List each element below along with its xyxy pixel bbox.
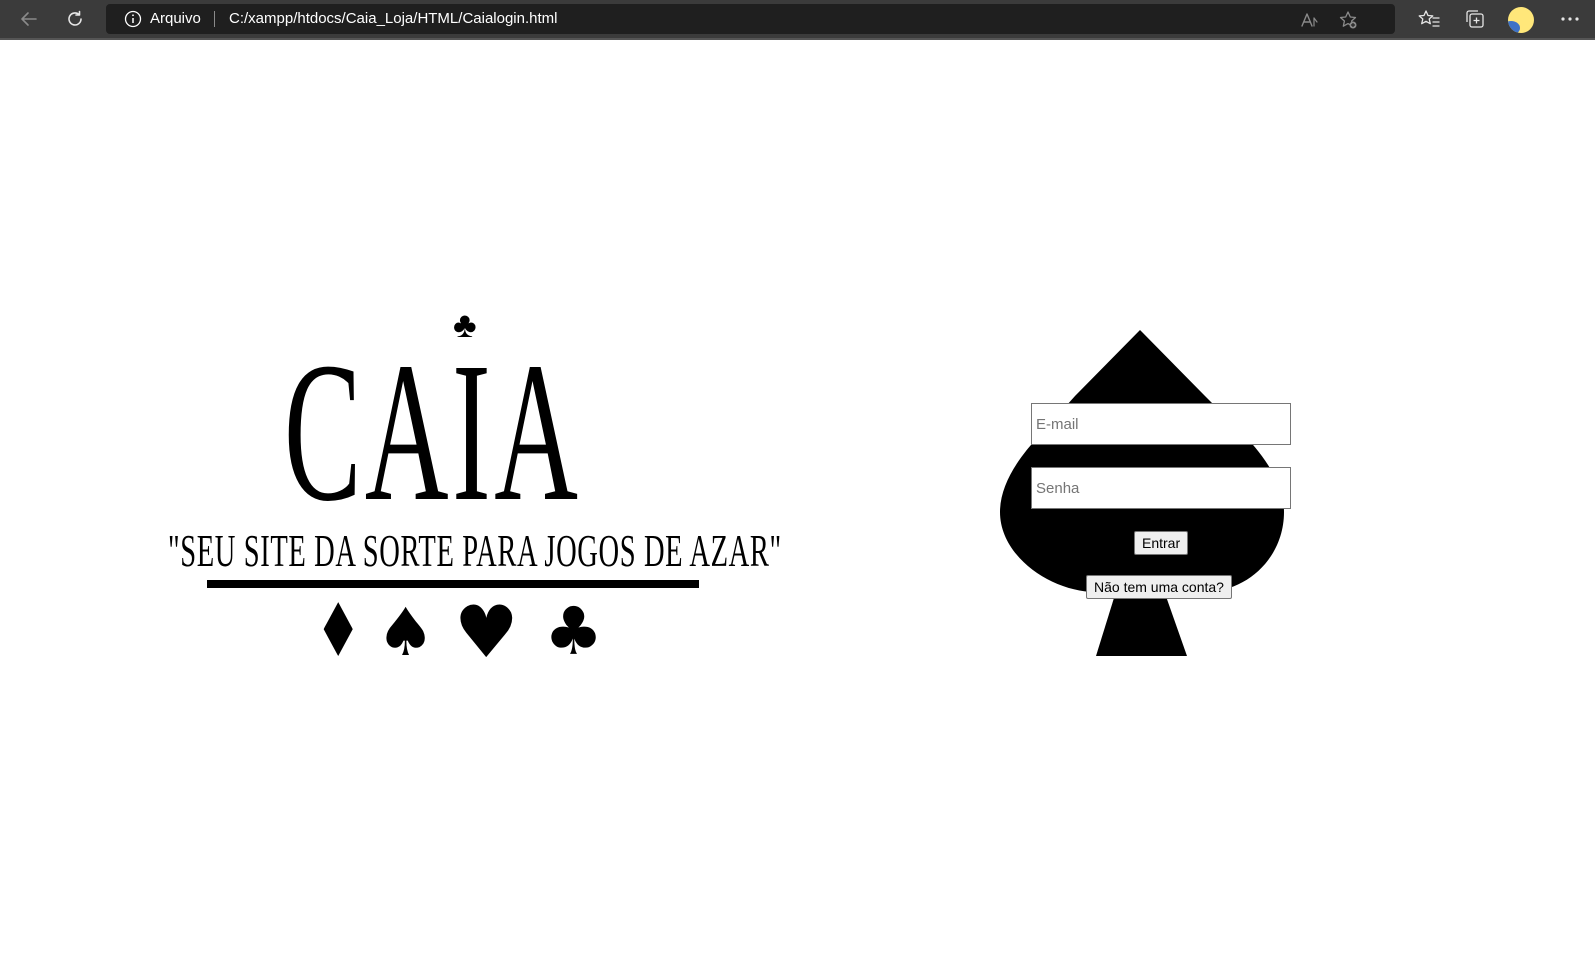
login-form: Entrar Não tem uma conta?: [1000, 330, 1300, 670]
read-aloud-button[interactable]: [1300, 10, 1320, 30]
address-protocol-label[interactable]: Arquivo: [150, 10, 201, 28]
back-icon: [21, 12, 37, 26]
favorites-icon: [1418, 10, 1440, 27]
add-favorite-button[interactable]: [1338, 10, 1358, 30]
caia-logo: ♣ CAIA "SEU SITE DA SORTE PARA JOGOS DE …: [160, 300, 781, 680]
collections-icon: [1466, 10, 1484, 28]
refresh-icon: [68, 10, 82, 26]
password-field[interactable]: [1031, 467, 1291, 509]
add-favorite-icon: [1339, 11, 1357, 29]
address-separator: [214, 11, 215, 27]
browser-toolbar: Arquivo C:/xampp/htdocs/Caia_Loja/HTML/C…: [0, 0, 1595, 40]
refresh-button[interactable]: [63, 7, 87, 31]
collections-button[interactable]: [1463, 7, 1487, 31]
club-icon: ♣: [544, 593, 604, 670]
profile-avatar[interactable]: [1508, 7, 1534, 33]
heart-icon: ♥: [454, 590, 519, 674]
diamond-icon: ♦: [314, 588, 362, 674]
logo-underline: [207, 580, 699, 588]
address-bar[interactable]: Arquivo C:/xampp/htdocs/Caia_Loja/HTML/C…: [106, 4, 1395, 34]
email-field[interactable]: [1031, 403, 1291, 445]
logo-tagline: "SEU SITE DA SORTE PARA JOGOS DE AZAR": [168, 525, 782, 576]
read-aloud-icon: [1301, 13, 1318, 27]
more-options-button[interactable]: [1558, 7, 1582, 31]
login-button[interactable]: Entrar: [1134, 531, 1189, 555]
info-icon[interactable]: [124, 10, 142, 28]
back-button[interactable]: [17, 7, 41, 31]
favorites-button[interactable]: [1417, 7, 1441, 31]
spade-icon: ♠: [376, 594, 436, 671]
more-options-icon: [1561, 17, 1579, 21]
signup-link-button[interactable]: Não tem uma conta?: [1086, 575, 1232, 599]
address-url[interactable]: C:/xampp/htdocs/Caia_Loja/HTML/Caialogin…: [229, 10, 557, 28]
logo-title: CAIA: [284, 322, 582, 543]
